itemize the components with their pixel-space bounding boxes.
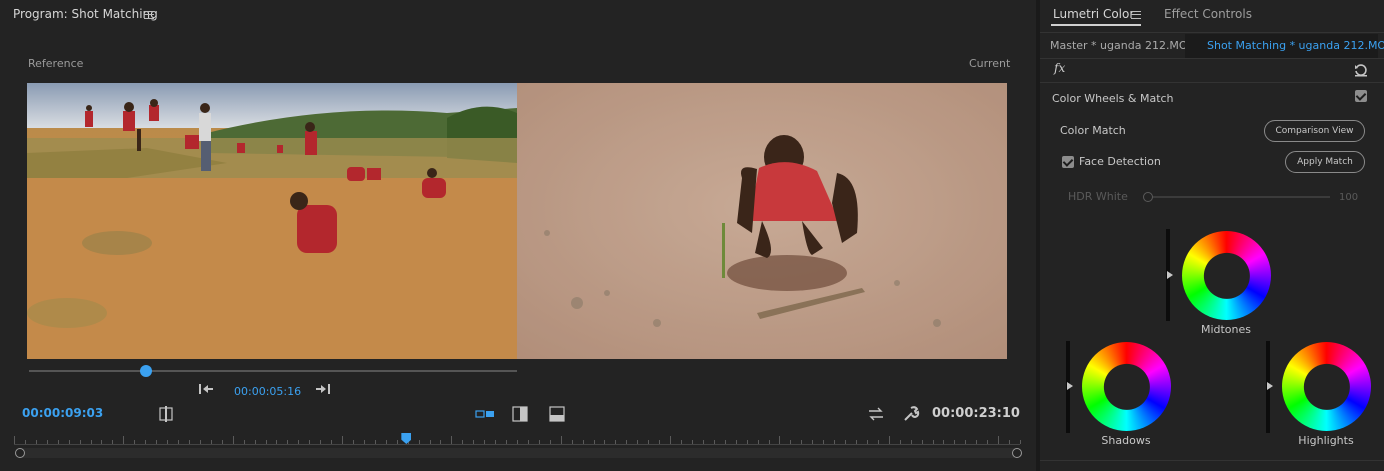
wrench-icon[interactable]: [902, 405, 920, 423]
active-tab-underline: [1051, 24, 1141, 26]
swap-icon[interactable]: [867, 406, 885, 422]
face-detection-label: Face Detection: [1079, 155, 1161, 168]
midtones-slider-handle[interactable]: [1167, 271, 1173, 279]
fx-icon[interactable]: fx: [1054, 61, 1065, 75]
shadows-label: Shadows: [1101, 434, 1151, 447]
ruler-tick: [1020, 440, 1021, 444]
reference-image: [27, 83, 517, 359]
current-frame[interactable]: [517, 83, 1007, 359]
midtones-color-wheel[interactable]: [1182, 231, 1271, 320]
timeline-ruler[interactable]: [14, 434, 1021, 446]
step-back-icon[interactable]: [198, 382, 214, 396]
active-clip-tab[interactable]: Shot Matching * uganda 212.MOV: [1185, 34, 1384, 58]
hdr-white-value: 100: [1339, 192, 1359, 203]
hdr-white-handle[interactable]: [1143, 192, 1153, 202]
step-forward-icon[interactable]: [315, 382, 331, 396]
ruler-tick: [560, 436, 562, 444]
ruler-tick: [232, 436, 234, 444]
face-detection-checkbox[interactable]: [1062, 156, 1074, 168]
side-by-side-icon[interactable]: [475, 407, 495, 421]
ruler-tick: [888, 436, 890, 444]
highlights-slider-handle[interactable]: [1267, 382, 1273, 390]
panel-menu-icon[interactable]: [144, 11, 154, 19]
shadows-slider-handle[interactable]: [1067, 382, 1073, 390]
section-title[interactable]: Color Wheels & Match: [1052, 92, 1174, 105]
program-monitor-header: Program: Shot Matching: [0, 0, 1036, 30]
playhead-timecode[interactable]: 00:00:09:03: [22, 406, 103, 420]
split-view-icon[interactable]: [158, 406, 174, 422]
tab-lumetri-color[interactable]: Lumetri Color: [1053, 7, 1134, 21]
highlights-color-wheel[interactable]: [1282, 342, 1371, 431]
master-clip-label[interactable]: Master * uganda 212.MOV: [1050, 39, 1195, 52]
horizontal-split-icon[interactable]: [549, 406, 565, 422]
reference-label: Reference: [28, 57, 84, 70]
reset-icon[interactable]: [1354, 63, 1368, 77]
comparison-view-button[interactable]: Comparison View: [1264, 120, 1365, 142]
reference-timecode[interactable]: 00:00:05:16: [234, 385, 301, 398]
vertical-split-icon[interactable]: [512, 406, 528, 422]
zoom-handle-right[interactable]: [1012, 448, 1022, 458]
shadows-color-wheel[interactable]: [1082, 342, 1171, 431]
lumetri-color-panel: Lumetri Color Effect Controls Master * u…: [1040, 0, 1384, 471]
ruler-baseline: [14, 444, 1020, 445]
reference-frame[interactable]: [27, 83, 517, 359]
duration-timecode: 00:00:23:10: [932, 406, 1020, 421]
apply-match-button[interactable]: Apply Match: [1285, 151, 1365, 173]
current-label: Current: [969, 57, 1011, 70]
ruler-tick: [123, 436, 125, 444]
section-enable-checkbox[interactable]: [1355, 90, 1367, 102]
hdr-white-label: HDR White: [1068, 190, 1128, 203]
color-match-label: Color Match: [1060, 124, 1126, 137]
ruler-tick: [998, 436, 1000, 444]
lumetri-menu-icon[interactable]: [1131, 11, 1141, 19]
ruler-tick: [670, 436, 672, 444]
reference-scrub-handle[interactable]: [140, 365, 153, 377]
timeline-zoom-bar[interactable]: [20, 448, 1016, 458]
program-monitor-title[interactable]: Program: Shot Matching: [13, 7, 158, 21]
ruler-tick: [14, 436, 15, 444]
midtones-label: Midtones: [1200, 323, 1252, 336]
hdr-white-slider[interactable]: [1147, 196, 1330, 198]
zoom-handle-left[interactable]: [15, 448, 25, 458]
ruler-tick: [342, 436, 344, 444]
active-clip-label: Shot Matching * uganda 212.MOV: [1207, 39, 1384, 52]
program-monitor-panel: Program: Shot Matching Reference Current: [0, 0, 1036, 471]
ruler-tick: [451, 436, 453, 444]
reference-scrub-track[interactable]: [29, 370, 517, 372]
highlights-label: Highlights: [1298, 434, 1354, 447]
tab-effect-controls[interactable]: Effect Controls: [1164, 7, 1252, 21]
ruler-tick: [779, 436, 781, 444]
current-image: [517, 83, 1007, 359]
